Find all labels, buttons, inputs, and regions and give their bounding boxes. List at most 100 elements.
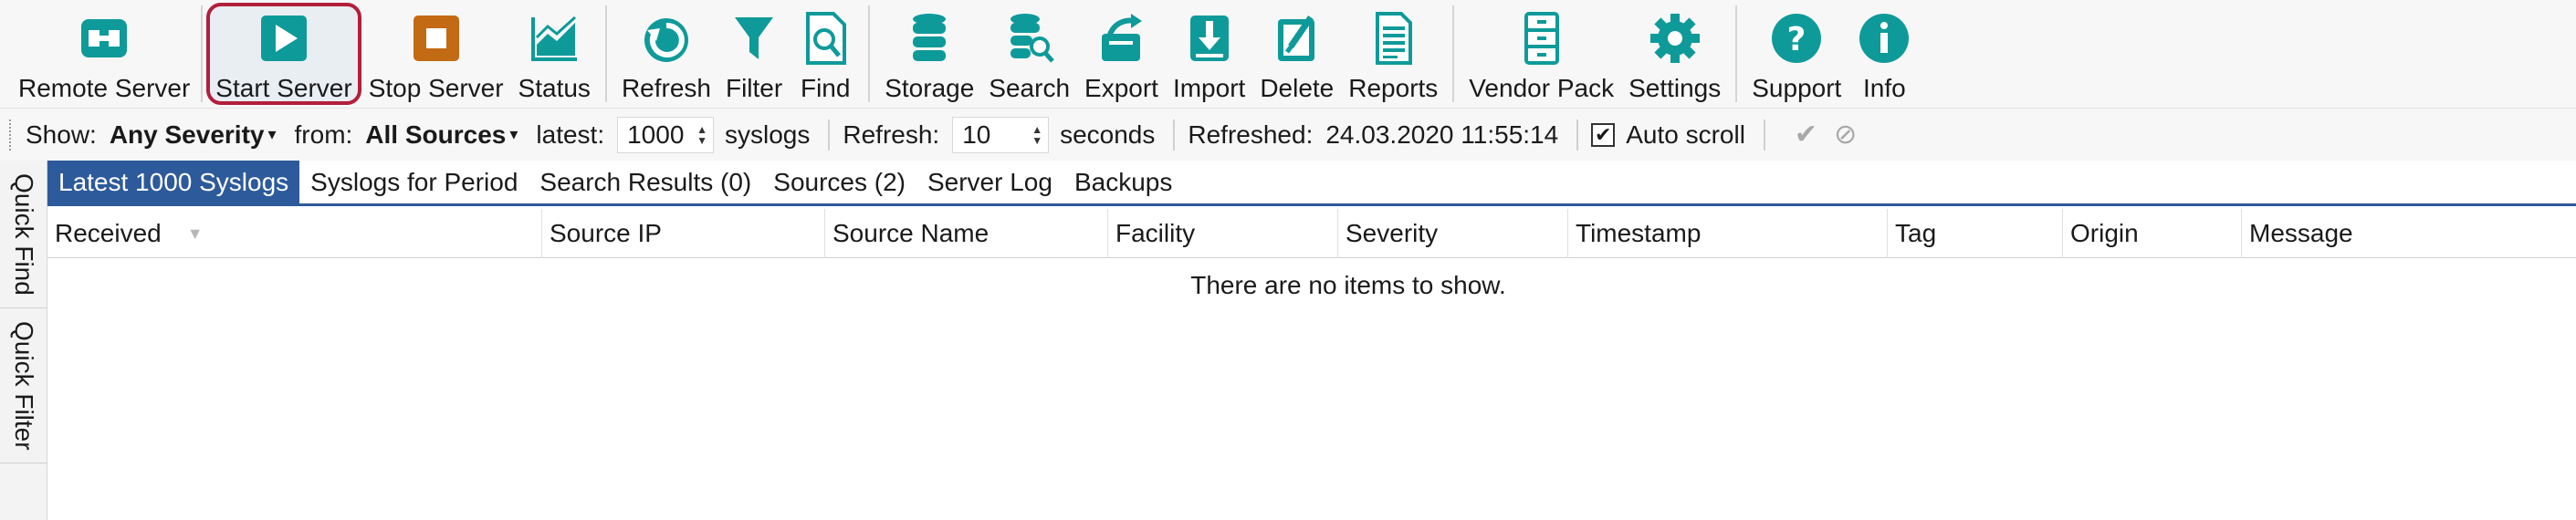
column-header-received[interactable]: Received ▼	[47, 209, 542, 258]
toolbar-group-server: Remote Server Start Server Stop Server S…	[11, 0, 598, 108]
gear-icon	[1647, 10, 1703, 67]
autoscroll-checkbox[interactable]: ✔	[1591, 122, 1616, 147]
side-tab-label: Quick Find	[10, 172, 38, 296]
from-label: from:	[294, 120, 353, 149]
delete-button[interactable]: Delete	[1252, 3, 1341, 105]
import-button[interactable]: Import	[1166, 3, 1252, 105]
side-tab-label: Quick Filter	[10, 320, 38, 451]
start-server-label: Start Server	[215, 74, 352, 102]
import-label: Import	[1172, 74, 1246, 102]
find-button[interactable]: Find	[790, 3, 861, 105]
toolbar-group-help: ? Support Info	[1744, 0, 1920, 108]
refresh-interval-value[interactable]: 10	[962, 120, 1026, 150]
column-header-message[interactable]: Message	[2242, 209, 2576, 258]
settings-button[interactable]: Settings	[1621, 3, 1728, 105]
storage-button[interactable]: Storage	[877, 3, 981, 105]
latest-stepper[interactable]: 1000 ▲ ▼	[617, 116, 714, 153]
filter-button[interactable]: Filter	[718, 3, 790, 105]
remote-server-button[interactable]: Remote Server	[11, 3, 197, 105]
reports-label: Reports	[1348, 74, 1439, 102]
side-tab-strip: Quick Find Quick Filter	[0, 161, 47, 520]
refresh-label: Refresh	[621, 74, 711, 102]
latest-label: latest:	[536, 120, 605, 149]
side-tab-quick-find[interactable]: Quick Find	[0, 161, 47, 308]
cancel-icon[interactable]: ⊘	[1834, 119, 1857, 151]
toolbar-group-view: Refresh Filter Find	[614, 0, 861, 108]
severity-dropdown[interactable]: Any Severity	[110, 120, 265, 150]
column-header-label: Severity	[1346, 219, 1439, 247]
info-button[interactable]: Info	[1848, 3, 1920, 105]
toolbar-grip[interactable]	[9, 119, 15, 151]
status-button[interactable]: Status	[511, 3, 598, 105]
support-label: Support	[1752, 74, 1842, 102]
options-bar: Show: Any Severity ▾ from: All Sources ▾…	[0, 108, 2576, 161]
options-separator	[828, 119, 831, 151]
find-document-icon	[797, 10, 853, 67]
storage-label: Storage	[885, 74, 975, 102]
export-icon	[1093, 10, 1149, 67]
column-header-source-name[interactable]: Source Name	[825, 209, 1108, 258]
toolbar-separator	[1735, 5, 1738, 102]
toolbar-separator	[201, 5, 204, 102]
stepper-arrows-icon[interactable]: ▲ ▼	[696, 124, 707, 146]
column-header-facility[interactable]: Facility	[1108, 209, 1338, 258]
check-icon[interactable]: ✔	[1795, 119, 1817, 151]
remote-server-label: Remote Server	[18, 74, 191, 102]
start-server-button[interactable]: Start Server	[206, 3, 361, 105]
toolbar-separator	[868, 5, 871, 102]
sources-dropdown[interactable]: All Sources	[365, 120, 506, 150]
autoscroll-label[interactable]: Auto scroll	[1626, 120, 1745, 150]
show-label: Show:	[26, 120, 97, 149]
column-header-severity[interactable]: Severity	[1338, 209, 1568, 258]
delete-label: Delete	[1260, 74, 1335, 102]
options-separator	[1763, 119, 1765, 151]
search-label: Search	[989, 74, 1071, 102]
stepper-arrows-icon[interactable]: ▲ ▼	[1031, 124, 1042, 146]
reports-button[interactable]: Reports	[1341, 3, 1445, 105]
tab-syslogs-for-period[interactable]: Syslogs for Period	[299, 161, 529, 203]
import-icon	[1181, 10, 1238, 67]
play-icon	[256, 10, 312, 67]
tab-backups[interactable]: Backups	[1063, 161, 1183, 203]
column-header-source-ip[interactable]: Source IP	[542, 209, 825, 258]
tab-server-log[interactable]: Server Log	[916, 161, 1063, 203]
tab-latest-syslogs[interactable]: Latest 1000 Syslogs	[47, 161, 300, 203]
status-label: Status	[518, 74, 591, 102]
stop-server-button[interactable]: Stop Server	[361, 3, 511, 105]
side-tab-quick-filter[interactable]: Quick Filter	[0, 308, 47, 463]
options-separator	[1173, 119, 1176, 151]
database-icon	[901, 10, 958, 67]
syslogs-label: syslogs	[725, 120, 811, 149]
support-button[interactable]: ? Support	[1744, 3, 1848, 105]
chart-icon	[526, 10, 582, 67]
refresh-icon	[638, 10, 695, 67]
filter-label: Filter	[725, 74, 783, 102]
filter-icon	[726, 10, 782, 67]
settings-label: Settings	[1628, 74, 1722, 102]
vendor-pack-label: Vendor Pack	[1469, 74, 1615, 102]
toolbar-separator	[604, 5, 607, 102]
syslog-grid: Received ▼ Source IP Source Name Facilit…	[47, 209, 2576, 520]
tab-sources[interactable]: Sources (2)	[762, 161, 916, 203]
chevron-down-icon[interactable]: ▾	[267, 125, 276, 144]
tab-search-results[interactable]: Search Results (0)	[529, 161, 762, 203]
latest-value[interactable]: 1000	[627, 120, 691, 150]
cabinet-icon	[1513, 10, 1570, 67]
export-button[interactable]: Export	[1077, 3, 1166, 105]
column-header-origin[interactable]: Origin	[2063, 209, 2242, 258]
column-header-row: Received ▼ Source IP Source Name Facilit…	[47, 209, 2576, 258]
column-header-label: Origin	[2070, 219, 2139, 247]
help-icon: ?	[1768, 10, 1825, 67]
column-header-timestamp[interactable]: Timestamp	[1568, 209, 1888, 258]
refresh-interval-stepper[interactable]: 10 ▲ ▼	[952, 116, 1050, 153]
column-header-tag[interactable]: Tag	[1888, 209, 2063, 258]
info-icon	[1856, 10, 1912, 67]
chevron-down-icon[interactable]: ▾	[509, 125, 518, 144]
column-header-label: Source IP	[550, 219, 662, 247]
refresh-button[interactable]: Refresh	[614, 3, 718, 105]
search-button[interactable]: Search	[981, 3, 1077, 105]
vendor-pack-button[interactable]: Vendor Pack	[1461, 3, 1621, 105]
column-header-label: Tag	[1895, 219, 1937, 247]
reports-icon	[1365, 10, 1421, 67]
database-search-icon	[1001, 10, 1058, 67]
